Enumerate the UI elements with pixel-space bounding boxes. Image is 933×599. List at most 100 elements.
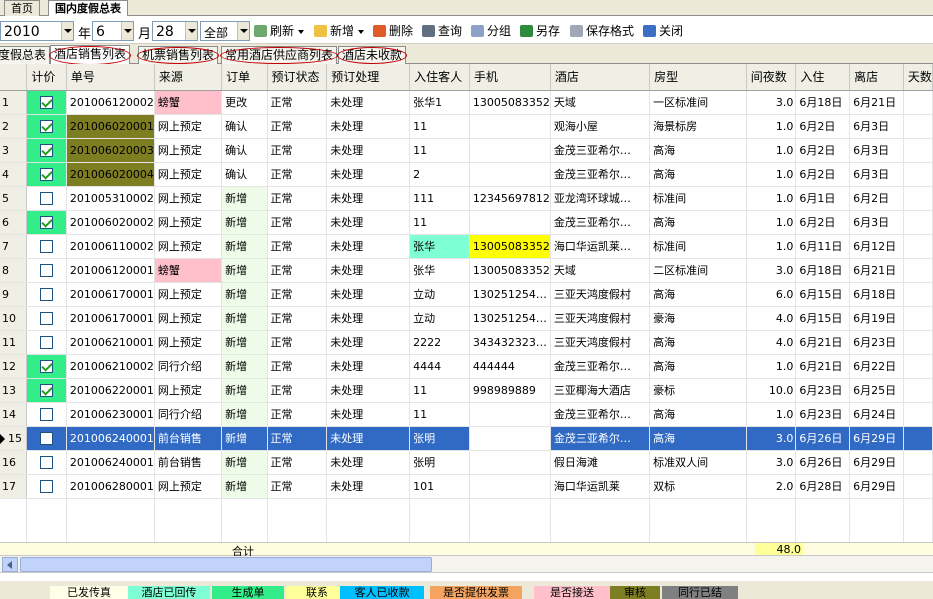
pricing-checkbox[interactable] [40,215,54,229]
day-select[interactable]: 28 [152,21,198,41]
table-row[interactable]: 13 201006220001 网上预定 新增 正常 未处理 11 998989889 三亚椰海… [0,378,933,403]
table-row[interactable]: 2 201006020001 网上预定 确认 正常 未处理 11 观海小屋 海景标房 1.0 6月2… [0,114,933,139]
tab-hotel-suppliers[interactable]: 常用酒店供应商列表 [220,46,339,64]
column-header-booking-status[interactable]: 预订状态 [267,64,328,91]
table-row[interactable]: 3 201006020003 网上预定 确认 正常 未处理 11 金茂三亚希尔… 高海 1.0 6月… [0,138,933,163]
refresh-label: 刷新 [270,24,295,38]
save-format-button[interactable]: 保存格式 [570,21,634,41]
tab-hotel-sales[interactable]: 酒店销售列表 [49,45,132,65]
month-select[interactable]: 6 [92,21,134,41]
pricing-checkbox[interactable] [40,479,54,493]
table-row[interactable]: 7 201006110002 网上预定 新增 正常 未处理 张华 13005083352 海口华… [0,234,933,259]
tab-domestic-holiday-summary[interactable]: 国内度假总表 [48,0,128,17]
column-header-check-out[interactable]: 离店 [849,64,904,91]
pricing-checkbox[interactable] [40,191,54,205]
column-header-phone[interactable]: 手机 [469,64,551,91]
table-row[interactable]: 9 201006170001 网上预定 新增 正常 未处理 立动 130251254… 三亚天鸿… [0,282,933,307]
dropdown-arrow-icon[interactable] [358,29,365,34]
table-row[interactable]: 4 201006020004 网上预定 确认 正常 未处理 2 金茂三亚希尔… 高海 1.0 6月2… [0,162,933,187]
save-as-button[interactable]: 另存 [520,21,560,41]
column-header-room-type[interactable]: 房型 [649,64,747,91]
chevron-down-icon[interactable] [61,22,73,40]
row-number[interactable]: 2 [0,114,28,139]
pricing-checkbox[interactable] [40,311,54,325]
scope-select[interactable]: 全部 [200,21,250,41]
column-header-booking-processing[interactable]: 预订处理 [326,64,411,91]
scrollbar-thumb[interactable] [20,557,432,572]
pricing-checkbox[interactable] [40,239,54,253]
tab-holiday-summary[interactable]: 度假总表 [0,46,51,64]
tab-home[interactable]: 首页 [4,0,40,16]
table-row[interactable]: 16 201006240001 前台销售 新增 正常 未处理 张明 假日海滩 标准双人间 3.0 6… [0,450,933,475]
pricing-checkbox[interactable] [40,383,54,397]
pricing-checkbox[interactable] [40,407,54,421]
row-number[interactable]: 6 [0,210,28,235]
pricing-checkbox[interactable] [40,95,54,109]
row-number[interactable]: 10 [0,306,28,331]
pricing-checkbox[interactable] [40,431,54,445]
row-number[interactable]: 13 [0,378,28,403]
column-header-check-in[interactable]: 入住 [795,64,851,91]
days-cell [903,330,933,355]
column-header-order[interactable]: 订单 [221,64,268,91]
row-number[interactable]: 16 [0,450,28,475]
row-number[interactable]: 1 [0,90,28,115]
scroll-left-icon[interactable] [2,557,18,572]
column-header-source[interactable]: 来源 [154,64,223,91]
booking-processing-cell: 未处理 [326,258,411,283]
row-number[interactable]: 3 [0,138,28,163]
row-number[interactable]: 12 [0,354,28,379]
column-header-rownum[interactable] [0,64,28,91]
year-select[interactable]: 2010 [0,21,74,41]
table-row[interactable]: 10 201006170001 网上预定 新增 正常 未处理 立动 130251254… 三亚天… [0,306,933,331]
table-row[interactable]: 17 201006280001 网上预定 新增 正常 未处理 101 海口华运凯莱 双标 2.0 6… [0,474,933,499]
row-number[interactable]: 11 [0,330,28,355]
row-number[interactable]: 7 [0,234,28,259]
color-legend: 已发传真 酒店已回传 生成单 联系 客人已收款 是否提供发票 是否接送 审核 同行已结 [0,581,933,599]
pricing-checkbox[interactable] [40,287,54,301]
column-header-pricing[interactable]: 计价 [26,64,67,91]
chevron-down-icon[interactable] [185,22,197,40]
table-row[interactable]: 14 201006230001 同行介绍 新增 正常 未处理 11 金茂三亚希尔… 高海 1.0 6… [0,402,933,427]
check-in-cell: 6月23日 [795,402,851,427]
row-number[interactable]: 5 [0,186,28,211]
close-button[interactable]: 关闭 [643,21,683,41]
table-row[interactable]: 11 201006210001 网上预定 新增 正常 未处理 2222 343432323… 三… [0,330,933,355]
table-row[interactable]: 8 201006120001 螃蟹 新增 正常 未处理 张华 13005083352 天域 二区标… [0,258,933,283]
empty-cell [26,522,67,542]
table-row[interactable]: 1 201006120002 螃蟹 更改 正常 未处理 张华1 13005083352 天域 一区… [0,90,933,115]
pricing-checkbox[interactable] [40,359,54,373]
row-number[interactable]: 15 [0,426,28,451]
column-header-days[interactable]: 天数 [903,64,933,91]
tab-hotel-unpaid[interactable]: 酒店未收款 [337,46,408,64]
pricing-checkbox[interactable] [40,167,54,181]
column-header-hotel[interactable]: 酒店 [550,64,651,91]
table-row[interactable]: 15 201006240001 前台销售 新增 正常 未处理 张明 金茂三亚希尔… 高海 3.0 6… [0,426,933,451]
chevron-down-icon[interactable] [237,22,249,40]
chevron-down-icon[interactable] [121,22,133,40]
column-header-order-no[interactable]: 单号 [66,64,155,91]
horizontal-scrollbar[interactable] [0,556,933,573]
group-button[interactable]: 分组 [471,21,511,41]
refresh-button[interactable]: 刷新 [254,21,305,41]
row-number[interactable]: 8 [0,258,28,283]
table-row[interactable]: 5 201005310002 网上预定 新增 正常 未处理 111 12345697812 亚龙… [0,186,933,211]
tab-flight-sales[interactable]: 机票销售列表 [137,46,220,64]
pricing-checkbox[interactable] [40,455,54,469]
pricing-checkbox[interactable] [40,143,54,157]
row-number[interactable]: 14 [0,402,28,427]
column-header-room-nights[interactable]: 间夜数 [746,64,797,91]
dropdown-arrow-icon[interactable] [298,29,305,34]
add-button[interactable]: 新增 [314,21,365,41]
table-row[interactable]: 12 201006210002 同行介绍 新增 正常 未处理 4444 444444 金茂三亚希… [0,354,933,379]
row-number[interactable]: 17 [0,474,28,499]
pricing-checkbox[interactable] [40,119,54,133]
query-button[interactable]: 查询 [422,21,462,41]
pricing-checkbox[interactable] [40,263,54,277]
table-row[interactable]: 6 201006020002 网上预定 新增 正常 未处理 11 金茂三亚希尔… 高海 1.0 6月… [0,210,933,235]
delete-button[interactable]: 删除 [373,21,413,41]
column-header-guest[interactable]: 入住客人 [409,64,470,91]
row-number[interactable]: 9 [0,282,28,307]
row-number[interactable]: 4 [0,162,28,187]
pricing-checkbox[interactable] [40,335,54,349]
